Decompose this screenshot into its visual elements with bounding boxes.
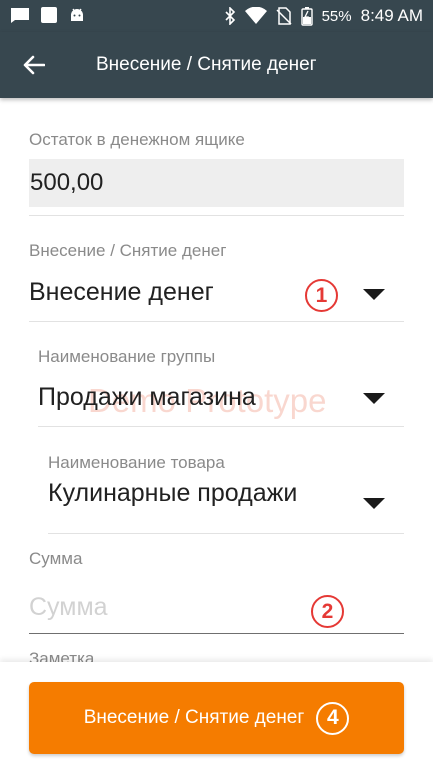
- divider: [38, 426, 404, 427]
- wifi-icon: [244, 7, 267, 24]
- chevron-down-icon[interactable]: [363, 289, 385, 300]
- annotation-2: 2: [311, 595, 344, 628]
- square-icon: [41, 7, 57, 23]
- battery-charging-icon: [300, 7, 313, 26]
- chevron-down-icon[interactable]: [363, 498, 385, 509]
- product-label: Наименование товара: [48, 453, 225, 472]
- android-icon: [71, 8, 83, 21]
- operation-label: Внесение / Снятие денег: [29, 241, 227, 260]
- page-title: Внесение / Снятие денег: [96, 54, 317, 75]
- status-bar: 55% 8:49 AM: [0, 0, 433, 32]
- operation-select-value[interactable]: Внесение денег: [29, 278, 214, 307]
- submit-label: Внесение / Снятие денег: [83, 707, 305, 728]
- sum-label: Сумма: [29, 549, 83, 568]
- group-select-value[interactable]: Продажи магазина: [38, 383, 256, 412]
- divider: [48, 533, 404, 534]
- balance-field: 500,00: [29, 159, 404, 207]
- divider: [29, 321, 404, 322]
- app-bar: Внесение / Снятие денег: [0, 32, 433, 98]
- no-sim-icon: [276, 7, 292, 25]
- balance-label: Остаток в денежном ящике: [29, 130, 245, 149]
- product-select-value[interactable]: Кулинарные продажи: [48, 477, 308, 533]
- form-content[interactable]: Остаток в денежном ящике 500,00 Внесение…: [0, 98, 433, 662]
- status-left-icons: [10, 6, 86, 24]
- bottom-bar: Внесение / Снятие денег 4: [0, 662, 433, 769]
- status-right-icons: 55% 8:49 AM: [224, 4, 423, 28]
- back-button[interactable]: [14, 46, 54, 84]
- annotation-4: 4: [316, 701, 350, 735]
- annotation-1: 1: [305, 279, 338, 312]
- battery-percent: 55%: [321, 7, 352, 25]
- note-label: Заметка: [29, 649, 95, 662]
- group-label: Наименование группы: [38, 347, 216, 366]
- divider: [29, 215, 404, 216]
- clock: 8:49 AM: [360, 6, 423, 25]
- sum-input[interactable]: [29, 582, 404, 634]
- chevron-down-icon[interactable]: [363, 393, 385, 404]
- message-icon: [11, 8, 29, 23]
- submit-button[interactable]: Внесение / Снятие денег 4: [29, 682, 404, 754]
- bluetooth-icon: [225, 7, 235, 25]
- arrow-left-icon: [23, 55, 45, 75]
